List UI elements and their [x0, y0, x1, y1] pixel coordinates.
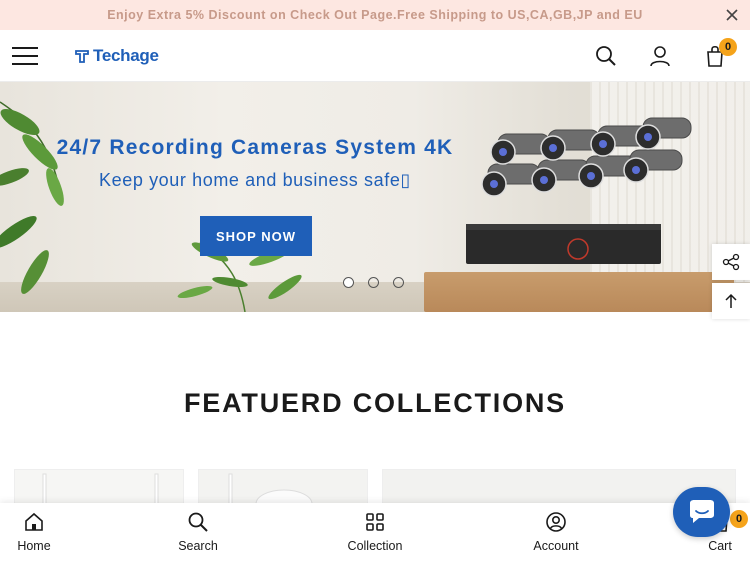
- account-icon: [546, 512, 566, 532]
- chat-button[interactable]: [673, 487, 730, 537]
- missing-glyph: ▯: [400, 170, 411, 190]
- chat-icon: [689, 500, 714, 523]
- account-icon[interactable]: [648, 44, 672, 68]
- close-icon[interactable]: [724, 7, 740, 23]
- share-button[interactable]: [712, 244, 750, 280]
- featured-collections-title: FEATUERD COLLECTIONS: [184, 388, 566, 418]
- nav-account[interactable]: Account: [516, 509, 596, 559]
- hero-subtitle: Keep your home and business safe▯: [99, 170, 411, 190]
- nav-collection[interactable]: Collection: [335, 509, 415, 559]
- bottom-nav: Home Search Collection Account Cart 0: [0, 503, 750, 563]
- nav-home[interactable]: Home: [0, 509, 74, 559]
- plant-left-image: [0, 101, 64, 294]
- nav-home-label: Home: [17, 539, 51, 553]
- back-to-top-button[interactable]: [712, 283, 750, 319]
- slider-dot-2[interactable]: [368, 277, 379, 288]
- slider-dots: [343, 277, 404, 288]
- announcement-text: Enjoy Extra 5% Discount on Check Out Pag…: [107, 8, 643, 22]
- arrow-up-icon: [725, 293, 737, 308]
- page: Enjoy Extra 5% Discount on Check Out Pag…: [0, 0, 750, 563]
- slider-dot-1[interactable]: [343, 277, 354, 288]
- slider-dot-3[interactable]: [393, 277, 404, 288]
- announcement-bar: Enjoy Extra 5% Discount on Check Out Pag…: [0, 0, 750, 30]
- grid-icon: [366, 513, 384, 531]
- nav-cart-badge: 0: [730, 510, 748, 528]
- search-icon[interactable]: [594, 44, 618, 68]
- hero-banner: 24/7 Recording Cameras System 4K Keep yo…: [0, 82, 750, 312]
- menu-icon[interactable]: [12, 47, 38, 67]
- logo-mark-icon: [75, 50, 89, 63]
- search-icon: [188, 512, 208, 532]
- share-icon: [722, 253, 740, 271]
- nav-search[interactable]: Search: [158, 509, 238, 559]
- logo[interactable]: Techage: [74, 44, 159, 68]
- nav-cart-label: Cart: [708, 539, 732, 553]
- logo-text: Techage: [93, 46, 159, 65]
- nav-collection-label: Collection: [347, 539, 403, 553]
- home-icon: [25, 512, 43, 531]
- shop-now-button[interactable]: SHOP NOW: [200, 216, 312, 256]
- nav-search-label: Search: [178, 539, 218, 553]
- nav-account-label: Account: [533, 539, 579, 553]
- cart-count-badge: 0: [719, 38, 737, 56]
- hero-title: 24/7 Recording Cameras System 4K: [56, 136, 454, 159]
- site-header: Techage: [0, 30, 750, 82]
